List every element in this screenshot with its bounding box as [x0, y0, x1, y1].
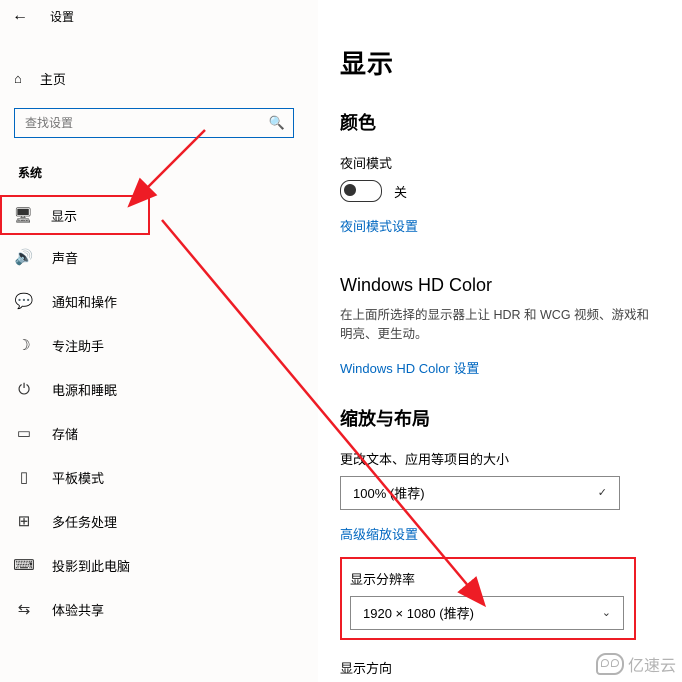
nav-item-label: 投影到此电脑 [52, 556, 130, 575]
nav-multitask[interactable]: ⊞ 多任务处理 [0, 499, 318, 543]
nav-item-label: 体验共享 [52, 600, 104, 619]
resolution-dropdown[interactable]: 1920 × 1080 (推荐) ⌄ [350, 596, 624, 630]
night-mode-settings-link[interactable]: 夜间模式设置 [340, 216, 660, 235]
nav-focus[interactable]: ☽ 专注助手 [0, 323, 318, 367]
resolution-label: 显示分辨率 [350, 569, 624, 588]
nav-shared[interactable]: ⇆ 体验共享 [0, 587, 318, 631]
window-title: 设置 [50, 8, 74, 25]
back-icon[interactable]: ← [12, 7, 28, 25]
hd-color-heading: Windows HD Color [340, 275, 660, 296]
scale-label: 更改文本、应用等项目的大小 [340, 449, 660, 468]
resolution-highlight-box: 显示分辨率 1920 × 1080 (推荐) ⌄ [340, 557, 636, 640]
nav-item-label: 专注助手 [52, 336, 104, 355]
chevron-down-icon: ✓ [598, 486, 607, 499]
speaker-icon: 🔊 [14, 248, 34, 266]
nav-item-label: 声音 [52, 248, 78, 267]
nav-tablet[interactable]: ▯ 平板模式 [0, 455, 318, 499]
night-mode-label: 夜间模式 [340, 153, 660, 172]
nav-item-label: 通知和操作 [52, 292, 117, 311]
power-icon: ⏻ [14, 381, 34, 398]
scale-value: 100% (推荐) [353, 483, 425, 502]
monitor-icon: 🖥 [13, 206, 33, 224]
search-input[interactable] [23, 115, 269, 131]
nav-item-label: 电源和睡眠 [52, 380, 117, 399]
scale-heading: 缩放与布局 [340, 405, 660, 431]
watermark-text: 亿速云 [628, 652, 676, 676]
nav-project[interactable]: ⌨ 投影到此电脑 [0, 543, 318, 587]
nav-home[interactable]: ⌂ 主页 [0, 58, 318, 98]
multitask-icon: ⊞ [14, 512, 34, 530]
nav-power[interactable]: ⏻ 电源和睡眠 [0, 367, 318, 411]
chevron-down-icon: ⌄ [602, 606, 611, 619]
nav-notifications[interactable]: 💬 通知和操作 [0, 279, 318, 323]
search-input-wrap[interactable]: 🔍 [14, 108, 294, 138]
message-icon: 💬 [14, 292, 34, 310]
watermark-logo-icon [596, 653, 624, 675]
share-icon: ⇆ [14, 600, 34, 618]
watermark: 亿速云 [596, 652, 676, 676]
search-icon: 🔍 [269, 115, 285, 131]
tablet-icon: ▯ [14, 468, 34, 486]
toggle-state: 关 [394, 182, 407, 201]
nav-item-label: 存储 [52, 424, 78, 443]
nav-storage[interactable]: ▭ 存储 [0, 411, 318, 455]
moon-icon: ☽ [14, 336, 34, 354]
nav-item-label: 多任务处理 [52, 512, 117, 531]
resolution-value: 1920 × 1080 (推荐) [363, 603, 474, 622]
section-label: 系统 [18, 164, 318, 181]
hd-color-link[interactable]: Windows HD Color 设置 [340, 358, 660, 377]
page-title: 显示 [340, 44, 660, 81]
nav-display[interactable]: 🖥 显示 [0, 195, 150, 235]
night-mode-toggle[interactable] [340, 180, 382, 202]
home-icon: ⌂ [14, 71, 22, 86]
storage-icon: ▭ [14, 424, 34, 442]
color-heading: 颜色 [340, 109, 660, 135]
project-icon: ⌨ [14, 556, 34, 574]
nav-item-label: 显示 [51, 206, 77, 225]
home-label: 主页 [40, 69, 66, 88]
hd-color-desc: 在上面所选择的显示器上让 HDR 和 WCG 视频、游戏和明亮、更生动。 [340, 306, 660, 344]
nav-item-label: 平板模式 [52, 468, 104, 487]
nav-sound[interactable]: 🔊 声音 [0, 235, 318, 279]
advanced-scale-link[interactable]: 高级缩放设置 [340, 524, 660, 543]
scale-dropdown[interactable]: 100% (推荐) ✓ [340, 476, 620, 510]
